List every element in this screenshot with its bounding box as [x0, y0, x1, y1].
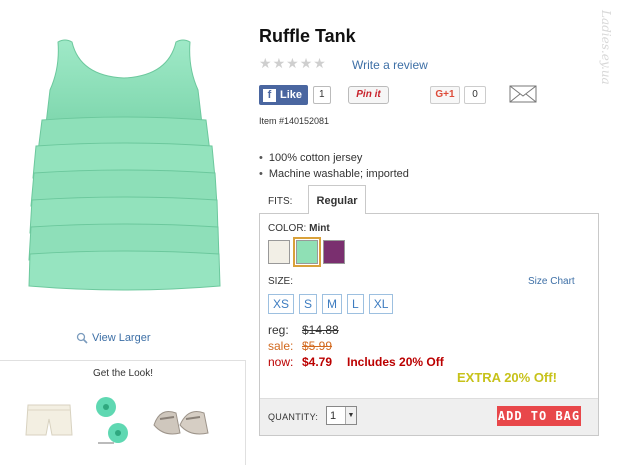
facebook-icon: f [263, 88, 276, 102]
write-review-link[interactable]: Write a review [352, 58, 428, 72]
regular-price-label: reg: [268, 323, 289, 337]
star-icon: ★ [286, 55, 299, 71]
add-to-bag-button[interactable]: ADD TO BAG [497, 406, 581, 426]
hair-flowers-image[interactable] [92, 393, 128, 451]
shorts-image[interactable] [24, 401, 74, 439]
google-plus-button[interactable]: G+1 [430, 86, 460, 104]
size-label: SIZE: [268, 276, 294, 287]
star-icon: ★ [272, 55, 286, 71]
envelope-icon[interactable] [509, 84, 537, 104]
swatch-ivory[interactable] [268, 240, 290, 264]
regular-price: $14.88 [302, 323, 339, 337]
size-chart-link[interactable]: Size Chart [528, 276, 575, 287]
feature-item: 100% cotton jersey [259, 150, 409, 166]
fits-label: FITS: [268, 196, 293, 207]
star-icon: ★ [313, 55, 326, 71]
watermark-text: Ladies.ey.ua [599, 10, 613, 85]
sale-price: $5.99 [302, 339, 333, 353]
quantity-label: QUANTITY: [268, 412, 319, 422]
item-number: Item #140152081 [259, 116, 330, 126]
magnifier-icon [76, 332, 88, 344]
view-larger-label: View Larger [92, 332, 151, 344]
size-button-m[interactable]: M [322, 294, 343, 314]
facebook-like-label: Like [280, 89, 303, 101]
get-the-look-panel: Get the Look! [0, 360, 246, 465]
star-icon: ★ [299, 55, 313, 71]
size-button-xl[interactable]: XL [368, 294, 394, 314]
tab-regular[interactable]: Regular [308, 185, 366, 214]
sandals-image[interactable] [150, 399, 212, 439]
now-price: $4.79 [302, 355, 333, 369]
product-image[interactable] [20, 28, 230, 303]
star-icon: ★ [259, 55, 272, 71]
product-title: Ruffle Tank [259, 26, 356, 46]
discount-note: Includes 20% Off [347, 355, 444, 369]
sale-price-label: sale: [268, 339, 294, 353]
feature-list: 100% cotton jersey Machine washable; imp… [259, 150, 409, 182]
swatch-mint[interactable] [293, 237, 321, 267]
chevron-down-icon: ▼ [345, 407, 356, 424]
quantity-value: 1 [330, 409, 337, 422]
color-label-text: COLOR: [268, 223, 307, 234]
regular-price-row: reg: $14.88 [268, 323, 339, 337]
sale-price-row: sale: $5.99 [268, 339, 332, 353]
color-label: COLOR: Mint [268, 223, 330, 234]
size-button-s[interactable]: S [299, 294, 318, 314]
size-options: XS S M L XL [268, 294, 394, 314]
feature-item: Machine washable; imported [259, 166, 409, 182]
now-price-row: now: $4.79 Includes 20% Off [268, 355, 444, 369]
get-the-look-title: Get the Look! [92, 368, 154, 379]
color-selected-name: Mint [309, 223, 330, 234]
google-plus-count: 0 [464, 86, 486, 104]
facebook-like-button[interactable]: f Like [259, 85, 309, 105]
view-larger-link[interactable]: View Larger [76, 332, 151, 344]
extra-discount-badge: EXTRA 20% Off! [457, 370, 557, 385]
swatch-purple[interactable] [323, 240, 345, 264]
pinterest-button[interactable]: Pin it [348, 86, 389, 104]
size-button-l[interactable]: L [347, 294, 364, 314]
facebook-like-count: 1 [313, 86, 331, 104]
rating-stars: ★ ★ ★ ★ ★ [259, 56, 326, 70]
size-button-xs[interactable]: XS [268, 294, 295, 314]
quantity-select[interactable]: 1 ▼ [326, 406, 357, 425]
now-price-label: now: [268, 355, 294, 369]
